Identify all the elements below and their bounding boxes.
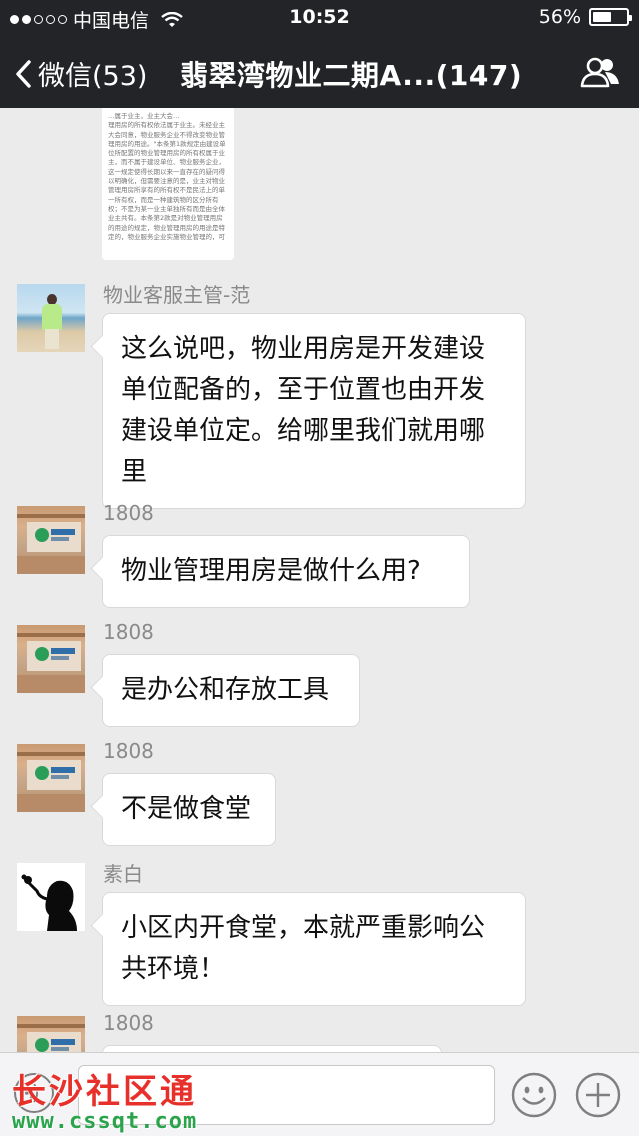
image-message[interactable]: …属于业主，业主大会… 理用房的所有权依法属于业主。未经业主 大会同意，物业服务… [102,108,234,260]
image-text-line: 以明确化，但需要注意的是，业主对物业 [108,177,225,186]
battery-icon [589,8,632,26]
message-bubble[interactable]: 是办公和存放工具 [102,654,360,727]
people-icon[interactable] [579,56,621,88]
watermark-title: 长沙社区通 [12,1072,197,1112]
sender-name: 1808 [103,739,154,763]
top-bar: 中国电信 10:52 56% 微信(53) 翡翠湾物业二期A...(147) [0,0,639,108]
navigation-bar: 微信(53) 翡翠湾物业二期A...(147) [0,40,639,104]
chat-title: 翡翠湾物业二期A...(147) [180,59,523,92]
watermark: 长沙社区通 www.cssqt.com [12,1064,197,1134]
office-avatar[interactable] [17,625,85,693]
image-text-line: 位所配置的物业管理用房的所有权属于业 [108,149,225,158]
sender-name: 1808 [103,620,154,644]
sender-name: 素白 [103,862,143,886]
plus-icon[interactable] [574,1071,622,1119]
office-avatar[interactable] [17,506,85,574]
status-right: 56% [538,6,632,28]
office-avatar[interactable] [17,1016,85,1052]
sender-name: 1808 [103,501,154,525]
image-text-line: 大会同意，物业服务企业不得改变物业管 [108,130,225,139]
status-bar: 中国电信 10:52 56% [0,0,639,36]
image-text-line: 这一规定使得长期以来一直存在的疑问得 [108,167,225,176]
message-bubble[interactable]: 物业管理用房是做什么用? [102,535,470,608]
silhouette-avatar[interactable] [17,863,85,931]
message-bubble[interactable]: 小区内开食堂，本就严重影响公共环境！ [102,892,526,1006]
sender-name: 1808 [103,1011,154,1035]
image-text-line: 的用途的规定，物业管理用房的用途是特 [108,223,225,232]
message-bubble[interactable] [102,1045,442,1052]
image-text-line: 理用房的用途。"本条第1款规定由建设单 [108,139,226,148]
image-text-line: 定的，物业服务企业实施物业管理的，可 [108,232,225,241]
battery-fill [593,12,611,22]
message-bubble[interactable]: 这么说吧，物业用房是开发建设单位配备的，至于位置也由开发建设单位定。给哪里我们就… [102,313,526,509]
image-text-line: 业主共有。本条第2款是对物业管理用房 [108,214,223,223]
chevron-left-icon [16,59,31,88]
message-bubble[interactable]: 不是做食堂 [102,773,276,846]
photo-avatar[interactable] [17,284,85,352]
sender-name: 物业客服主管-范 [103,283,251,307]
back-label: 微信(53) [38,61,148,92]
image-text-line: 管理用房所享有的所有权不是民法上的单 [108,186,225,195]
emoji-icon[interactable] [510,1071,558,1119]
watermark-url: www.cssqt.com [12,1109,198,1134]
image-text-line: 主，而不属于建设单位、物业服务企业， [108,158,225,167]
back-button[interactable]: 微信(53) [14,54,147,93]
image-text-line: 权；不是为某一业主单独所有而是由全体 [108,204,225,213]
battery-percent: 56% [538,6,581,28]
image-text-line: 一所有权，而是一种建筑物的区分所有 [108,195,219,204]
image-text-line: 理用房的所有权依法属于业主。未经业主 [108,121,225,130]
image-text-line: …属于业主，业主大会… [108,112,180,120]
office-avatar[interactable] [17,744,85,812]
message-list[interactable]: …属于业主，业主大会… 理用房的所有权依法属于业主。未经业主 大会同意，物业服务… [0,108,639,1052]
